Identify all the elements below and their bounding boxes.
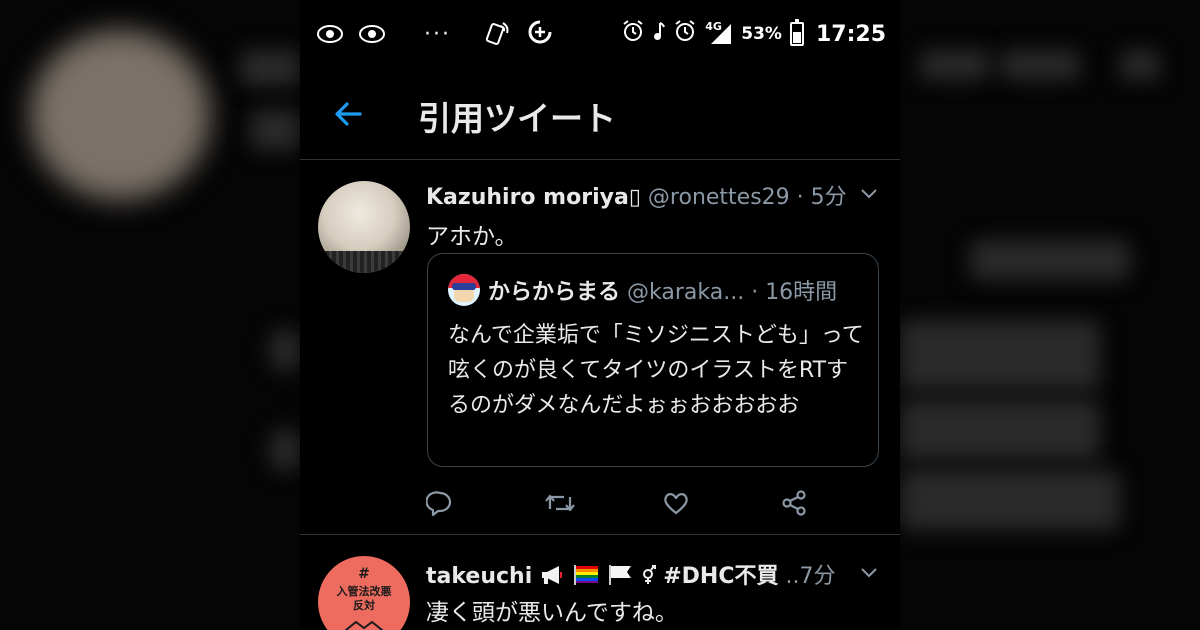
avatar-text: #: [358, 566, 370, 582]
chevron-down-icon[interactable]: [860, 564, 878, 578]
display-name: からからまる: [488, 280, 621, 305]
user-handle: @karaka...: [627, 280, 745, 305]
tweet-text: 凄く頭が悪いんですね。: [426, 600, 678, 626]
user-handle: @ronettes29: [647, 185, 790, 210]
quoted-tweet-text: なんで企業垢で「ミソジニストども」って呟くのが良くてタイツのイラストをRTするの…: [448, 323, 864, 418]
quoted-tweet[interactable]: からからまる @karaka... · 16時間 なんで企業垢で「ミソジニストど…: [427, 253, 879, 467]
like-icon[interactable]: [662, 489, 690, 517]
tweet[interactable]: Kazuhiro moriya▯ @ronettes29 · 5分 アホか。 か…: [300, 161, 900, 535]
music-note-icon: [653, 20, 666, 48]
page-title: 引用ツイート: [418, 99, 616, 138]
tweet-text: アホか。: [426, 224, 518, 250]
avatar[interactable]: # 入管法改悪 反対: [318, 556, 410, 630]
tweet-header: Kazuhiro moriya▯ @ronettes29 · 5分: [426, 179, 847, 211]
timestamp: 16時間: [765, 280, 838, 305]
avatar[interactable]: [318, 181, 410, 273]
hashtag[interactable]: #DHC不買: [663, 564, 778, 589]
nfc-icon: [483, 17, 513, 51]
tweet-header: takeuchi #DHC不買 ..7分: [426, 558, 835, 592]
rainbow-flag-icon: [572, 564, 600, 592]
phone-screen: ··· 4G 53% 17:25 引用ツイート Kazuhiro moriya▯…: [300, 0, 900, 630]
quoted-tweet-header: からからまる @karaka... · 16時間: [488, 274, 837, 306]
notification-app-icon: [316, 24, 344, 44]
status-bar: ··· 4G 53% 17:25: [300, 0, 900, 68]
display-name[interactable]: Kazuhiro moriya: [426, 185, 629, 210]
battery-icon: [789, 19, 804, 46]
timestamp: 5分: [810, 185, 847, 210]
megaphone-icon: [539, 564, 565, 592]
notification-app-icon: [358, 24, 386, 44]
placeholder-glyph: ▯: [628, 185, 641, 210]
alarm-icon: [621, 19, 645, 49]
display-name[interactable]: takeuchi: [426, 564, 532, 589]
truncation-ellipsis: ..: [778, 564, 800, 589]
share-icon[interactable]: [780, 489, 808, 517]
white-flag-icon: [607, 564, 633, 592]
clock: 17:25: [815, 21, 886, 47]
chevron-down-icon[interactable]: [860, 185, 878, 199]
tweet[interactable]: # 入管法改悪 反対 takeuchi #DHC不買 ..7分 凄く頭が悪いんで…: [300, 536, 900, 630]
transgender-symbol-icon: [640, 564, 657, 592]
separator: ·: [744, 280, 766, 305]
blurred-avatar: [30, 30, 210, 200]
signal-icon: 4G: [705, 20, 733, 46]
avatar: [448, 274, 480, 306]
data-saver-icon: [527, 19, 553, 49]
page-header: 引用ツイート: [300, 70, 900, 160]
more-notifications-indicator: ···: [424, 21, 451, 47]
blurred-background-right: [900, 0, 1200, 630]
reply-icon[interactable]: [425, 489, 454, 517]
alarm-icon: [673, 19, 697, 49]
retweet-icon[interactable]: [544, 489, 575, 517]
avatar-text: 反対: [353, 599, 375, 612]
back-arrow-icon[interactable]: [330, 96, 366, 132]
battery-percent: 53%: [741, 24, 782, 44]
blurred-background-left: [0, 0, 300, 630]
timestamp: 7分: [799, 564, 836, 589]
handshake-icon: [344, 620, 384, 630]
separator: ·: [789, 185, 811, 210]
tweet-actions: [425, 483, 826, 523]
